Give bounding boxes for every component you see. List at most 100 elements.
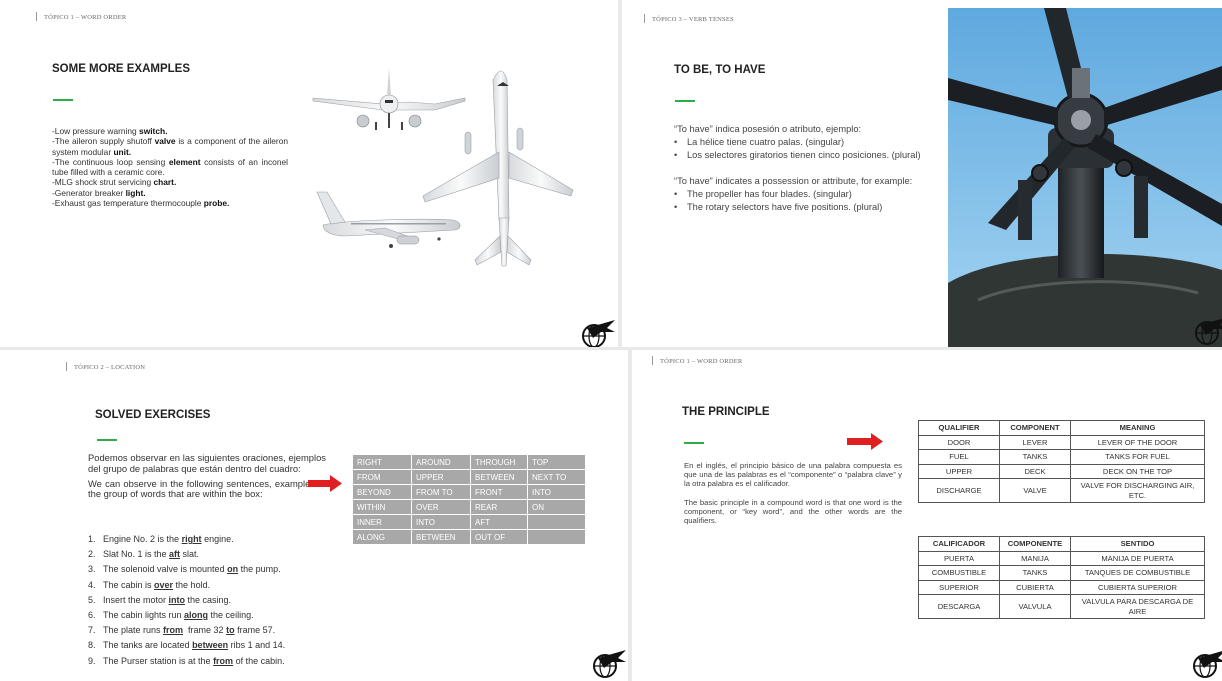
slide-the-principle: TÓPICO 1 – WORD ORDER THE PRINCIPLE En e…	[632, 350, 1222, 681]
table-row: RIGHT AROUND THROUGH TOP	[352, 454, 586, 470]
table-cell: DOOR	[918, 434, 1000, 450]
list-item: 8. The tanks are located between ribs 1 a…	[88, 640, 286, 651]
table-row: BEYOND FROM TO FRONT INTO	[352, 484, 586, 500]
table-cell: MANIJA	[999, 550, 1071, 566]
helicopter-rotor-photo	[948, 8, 1222, 347]
table-cell: TANQUES DE COMBUSTIBLE	[1070, 565, 1205, 581]
principle-explanation: En el inglés, el principio básico de una…	[684, 461, 902, 526]
table-cell: TANKS FOR FUEL	[1070, 449, 1205, 465]
slide-title: TO BE, TO HAVE	[674, 64, 766, 76]
table-cell: VALVULA	[999, 594, 1071, 619]
examples-list: -Low pressure warning switch. -The ailer…	[52, 126, 288, 208]
table-cell: AFT	[470, 514, 528, 530]
table-cell: INTO	[411, 514, 471, 530]
breadcrumb: TÓPICO 3 – VERB TENSES	[644, 14, 734, 23]
accent-line	[684, 442, 704, 444]
list-item: 3. The solenoid valve is mounted on the p…	[88, 564, 281, 575]
accent-line	[675, 100, 695, 102]
table-cell: LEVER	[999, 434, 1071, 450]
table-cell: DECK	[999, 463, 1071, 479]
example-6: -Exhaust gas temperature thermocouple pr…	[52, 198, 230, 209]
table-cell: ALONG	[352, 529, 412, 545]
column-header: MEANING	[1070, 420, 1205, 436]
table-cell: RIGHT	[352, 454, 412, 470]
breadcrumb: TÓPICO 2 – LOCATION	[66, 362, 145, 371]
accent-line	[97, 439, 117, 441]
table-cell: DISCHARGE	[918, 478, 1000, 503]
globe-plane-logo-icon	[582, 320, 615, 347]
table-cell: OUT OF	[470, 529, 528, 545]
list-item: 5. Insert the motor into the casing.	[88, 594, 232, 605]
table-cell: TOP	[527, 454, 586, 470]
english-examples: The propeller has four blades. (singular…	[674, 188, 944, 214]
table-cell: LEVER OF THE DOOR	[1070, 434, 1205, 450]
globe-plane-logo-icon	[1195, 318, 1222, 345]
example-4: -MLG shock strut servicing chart.	[52, 177, 177, 188]
breadcrumb: TÓPICO 1 – WORD ORDER	[36, 12, 126, 21]
table-row: WITHIN OVER REAR ON	[352, 499, 586, 515]
table-cell: INTO	[527, 484, 586, 500]
list-item: La hélice tiene cuatro palas. (singular)	[674, 136, 944, 149]
slide-some-more-examples: TÓPICO 1 – WORD ORDER SOME MORE EXAMPLES…	[0, 0, 618, 347]
slide-solved-exercises: TÓPICO 2 – LOCATION SOLVED EXERCISES Pod…	[0, 350, 628, 681]
table-cell: VALVE	[999, 478, 1071, 503]
table-cell: TANKS	[999, 565, 1071, 581]
table-cell: WITHIN	[352, 499, 412, 515]
table-row: FROM UPPER BETWEEN NEXT TO	[352, 469, 586, 485]
table-cell: THROUGH	[470, 454, 528, 470]
list-item: Los selectores giratorios tienen cinco p…	[674, 149, 944, 162]
table-cell: PUERTA	[918, 550, 1000, 566]
table-cell: UPPER	[918, 463, 1000, 479]
list-item: The rotary selectors have five positions…	[674, 201, 944, 214]
table-cell: MANIJA DE PUERTA	[1070, 550, 1205, 566]
intro-spanish: Podemos observar en las siguientes oraci…	[88, 452, 326, 474]
slide-title: THE PRINCIPLE	[682, 406, 770, 418]
list-item: 9. The Purser station is at the from of t…	[88, 655, 285, 666]
example-5: -Generator breaker light.	[52, 187, 146, 198]
english-compound-table: QUALIFIER COMPONENT MEANING DOOR LEVER LEV…	[918, 420, 1205, 503]
column-header: COMPONENTE	[999, 536, 1071, 552]
list-item: The propeller has four blades. (singular…	[674, 188, 944, 201]
table-cell: VALVULA PARA DESCARGA DE AIRE	[1070, 594, 1205, 619]
table-cell: CUBIERTA	[999, 579, 1071, 595]
table-cell: OVER	[411, 499, 471, 515]
spanish-intro: “To have” indica posesión o atributo, ej…	[674, 124, 862, 134]
slide-title: SOME MORE EXAMPLES	[52, 63, 191, 75]
column-header: COMPONENT	[999, 420, 1071, 436]
table-row: PUERTA MANIJA MANIJA DE PUERTA	[918, 550, 1205, 566]
table-cell: BEYOND	[352, 484, 412, 500]
english-intro: “To have” indicates a possession or attr…	[674, 176, 913, 186]
table-cell	[527, 514, 586, 530]
table-cell: REAR	[470, 499, 528, 515]
table-row: DESCARGA VALVULA VALVULA PARA DESCARGA DE …	[918, 594, 1205, 619]
table-cell: FROM	[352, 469, 412, 485]
table-cell: FRONT	[470, 484, 528, 500]
red-arrow-icon	[847, 433, 883, 450]
table-cell: VALVE FOR DISCHARGING AIR, ETC.	[1070, 478, 1205, 503]
table-row: DOOR LEVER LEVER OF THE DOOR	[918, 434, 1205, 450]
list-item: 2. Slat No. 1 is the aft slat.	[88, 549, 200, 560]
breadcrumb: TÓPICO 1 – WORD ORDER	[652, 356, 742, 365]
table-cell: FUEL	[918, 449, 1000, 465]
table-cell: AROUND	[411, 454, 471, 470]
list-item: 7. The plate runs from frame 32 to frame …	[88, 625, 276, 636]
table-cell: BETWEEN	[470, 469, 528, 485]
table-cell: SUPERIOR	[918, 579, 1000, 595]
principle-spanish: En el inglés, el principio básico de una…	[684, 461, 902, 489]
slide-to-be-to-have: TÓPICO 3 – VERB TENSES TO BE, TO HAVE “T…	[622, 0, 1222, 347]
table-cell	[527, 529, 586, 545]
table-cell: ON	[527, 499, 586, 515]
table-cell: CUBIERTA SUPERIOR	[1070, 579, 1205, 595]
spanish-compound-table: CALIFICADOR COMPONENTE SENTIDO PUERTA MAN…	[918, 536, 1205, 619]
globe-plane-logo-icon	[593, 650, 626, 678]
table-cell: INNER	[352, 514, 412, 530]
table-cell: NEXT TO	[527, 469, 586, 485]
table-row: ALONG BETWEEN OUT OF	[352, 529, 586, 545]
slide-title: SOLVED EXERCISES	[95, 409, 211, 421]
table-row: COMBUSTIBLE TANKS TANQUES DE COMBUSTIBLE	[918, 565, 1205, 581]
exercise-intro: Podemos observar en las siguientes oraci…	[88, 452, 326, 500]
table-cell: BETWEEN	[411, 529, 471, 545]
table-cell: UPPER	[411, 469, 471, 485]
example-1: -Low pressure warning switch.	[52, 126, 168, 136]
accent-line	[53, 99, 73, 101]
